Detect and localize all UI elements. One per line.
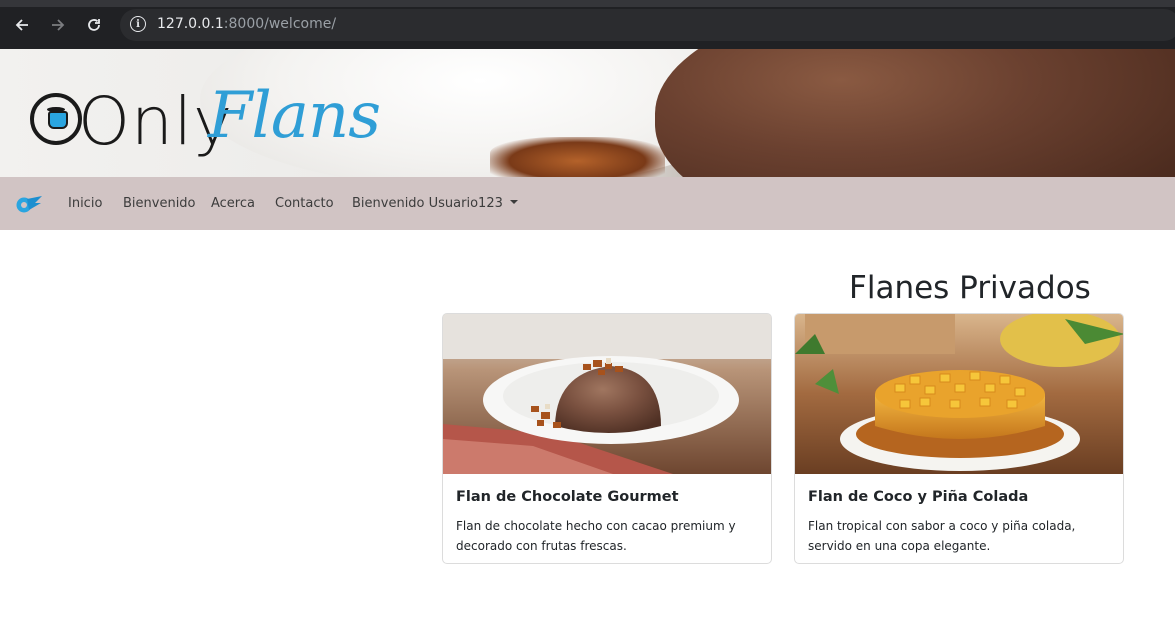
- card-text: Flan tropical con sabor a coco y piña co…: [808, 519, 1076, 553]
- nav-item-bienvenido[interactable]: Bienvenido: [123, 196, 196, 211]
- header-banner: Only Flans: [0, 49, 1175, 177]
- user-dropdown-label: Bienvenido Usuario123: [352, 196, 503, 211]
- url-text[interactable]: 127.0.0.1:8000/welcome/: [157, 16, 336, 32]
- reload-icon[interactable]: [81, 12, 107, 38]
- page-title: Flanes Privados: [849, 270, 1091, 306]
- chocolate-flan-image: [443, 314, 771, 474]
- card-title: Flan de Coco y Piña Colada: [808, 489, 1029, 505]
- flan-o-icon: [30, 93, 82, 145]
- caret-down-icon: [509, 199, 518, 204]
- banner-flan-image: [655, 49, 1175, 177]
- card-flan-chocolate[interactable]: Flan de Chocolate Gourmet Flan de chocol…: [442, 313, 772, 564]
- user-dropdown-toggle[interactable]: Bienvenido Usuario123: [352, 196, 518, 211]
- logo-text-flans: Flans: [208, 79, 381, 153]
- url-path: :8000/welcome/: [223, 16, 337, 32]
- onlyflans-brand-icon[interactable]: [15, 193, 43, 215]
- tab-strip-edge: [0, 0, 1175, 7]
- nav-item-acerca[interactable]: Acerca: [211, 196, 255, 211]
- arrow-right-icon[interactable]: [45, 12, 71, 38]
- card-title: Flan de Chocolate Gourmet: [456, 489, 679, 505]
- card-text: Flan de chocolate hecho con cacao premiu…: [456, 519, 736, 553]
- card-flan-coco-pina[interactable]: Flan de Coco y Piña Colada Flan tropical…: [794, 313, 1124, 564]
- banner-topping-image: [490, 137, 665, 177]
- arrow-left-icon[interactable]: [9, 12, 35, 38]
- coconut-pina-flan-image: [795, 314, 1123, 474]
- info-icon[interactable]: i: [130, 16, 146, 32]
- nav-item-contacto[interactable]: Contacto: [275, 196, 334, 211]
- url-host: 127.0.0.1: [157, 16, 224, 32]
- nav-item-inicio[interactable]: Inicio: [68, 196, 102, 211]
